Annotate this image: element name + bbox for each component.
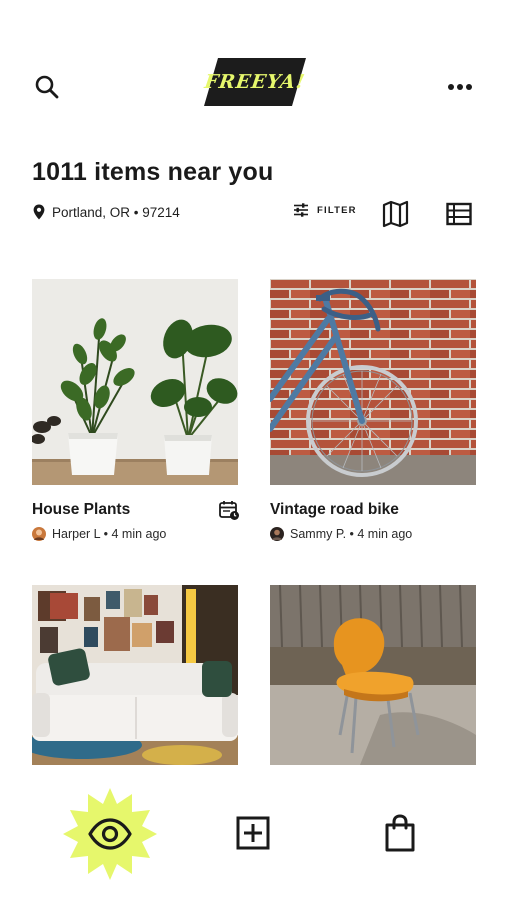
add-icon <box>236 816 270 850</box>
item-card[interactable]: Vintage road bike Sammy P. • 4 min ago <box>270 279 476 549</box>
list-view-button[interactable] <box>444 199 474 229</box>
logo-text: FREEYA! <box>203 71 307 93</box>
map-view-button[interactable] <box>381 199 411 229</box>
item-card[interactable]: House Plants Harper L • 4 min ago <box>32 279 239 549</box>
search-icon <box>35 75 59 99</box>
item-photo-orange-chair <box>270 585 476 765</box>
item-card[interactable] <box>270 585 476 765</box>
location-label[interactable]: Portland, OR • 97214 <box>33 204 180 220</box>
item-meta: Sammy P. • 4 min ago <box>270 527 412 541</box>
item-meta: Harper L • 4 min ago <box>32 527 166 541</box>
list-icon <box>446 202 472 226</box>
item-meta-text: Sammy P. • 4 min ago <box>290 527 413 541</box>
page-title: 1011 items near you <box>32 158 274 186</box>
filter-button[interactable]: FILTER <box>293 203 357 217</box>
bottom-navigation <box>0 776 507 900</box>
top-bar: FREEYA! <box>0 0 507 150</box>
avatar <box>32 527 46 541</box>
item-photo-house-plants <box>32 279 238 485</box>
nav-bag-button[interactable] <box>378 810 422 856</box>
item-photo-couch <box>32 585 238 765</box>
item-photo-vintage-road-bike <box>270 279 476 485</box>
app-logo: FREEYA! <box>203 58 307 106</box>
shopping-bag-icon <box>385 814 415 852</box>
location-pin-icon <box>33 204 45 220</box>
active-starburst-badge <box>63 788 157 880</box>
filter-sliders-icon <box>294 203 308 217</box>
item-title: House Plants <box>32 501 131 518</box>
avatar <box>270 527 284 541</box>
map-icon <box>382 200 409 228</box>
item-meta-text: Harper L • 4 min ago <box>52 527 167 541</box>
calendar-icon <box>219 501 239 520</box>
item-title: Vintage road bike <box>270 501 399 518</box>
nav-browse-button[interactable] <box>62 786 158 882</box>
nav-add-button[interactable] <box>232 812 274 854</box>
search-button[interactable] <box>30 70 64 104</box>
location-text: Portland, OR • 97214 <box>52 204 180 220</box>
more-options-button[interactable] <box>440 72 480 102</box>
more-dots-icon <box>448 84 472 90</box>
item-card[interactable] <box>32 585 238 765</box>
filter-label: FILTER <box>317 204 357 216</box>
